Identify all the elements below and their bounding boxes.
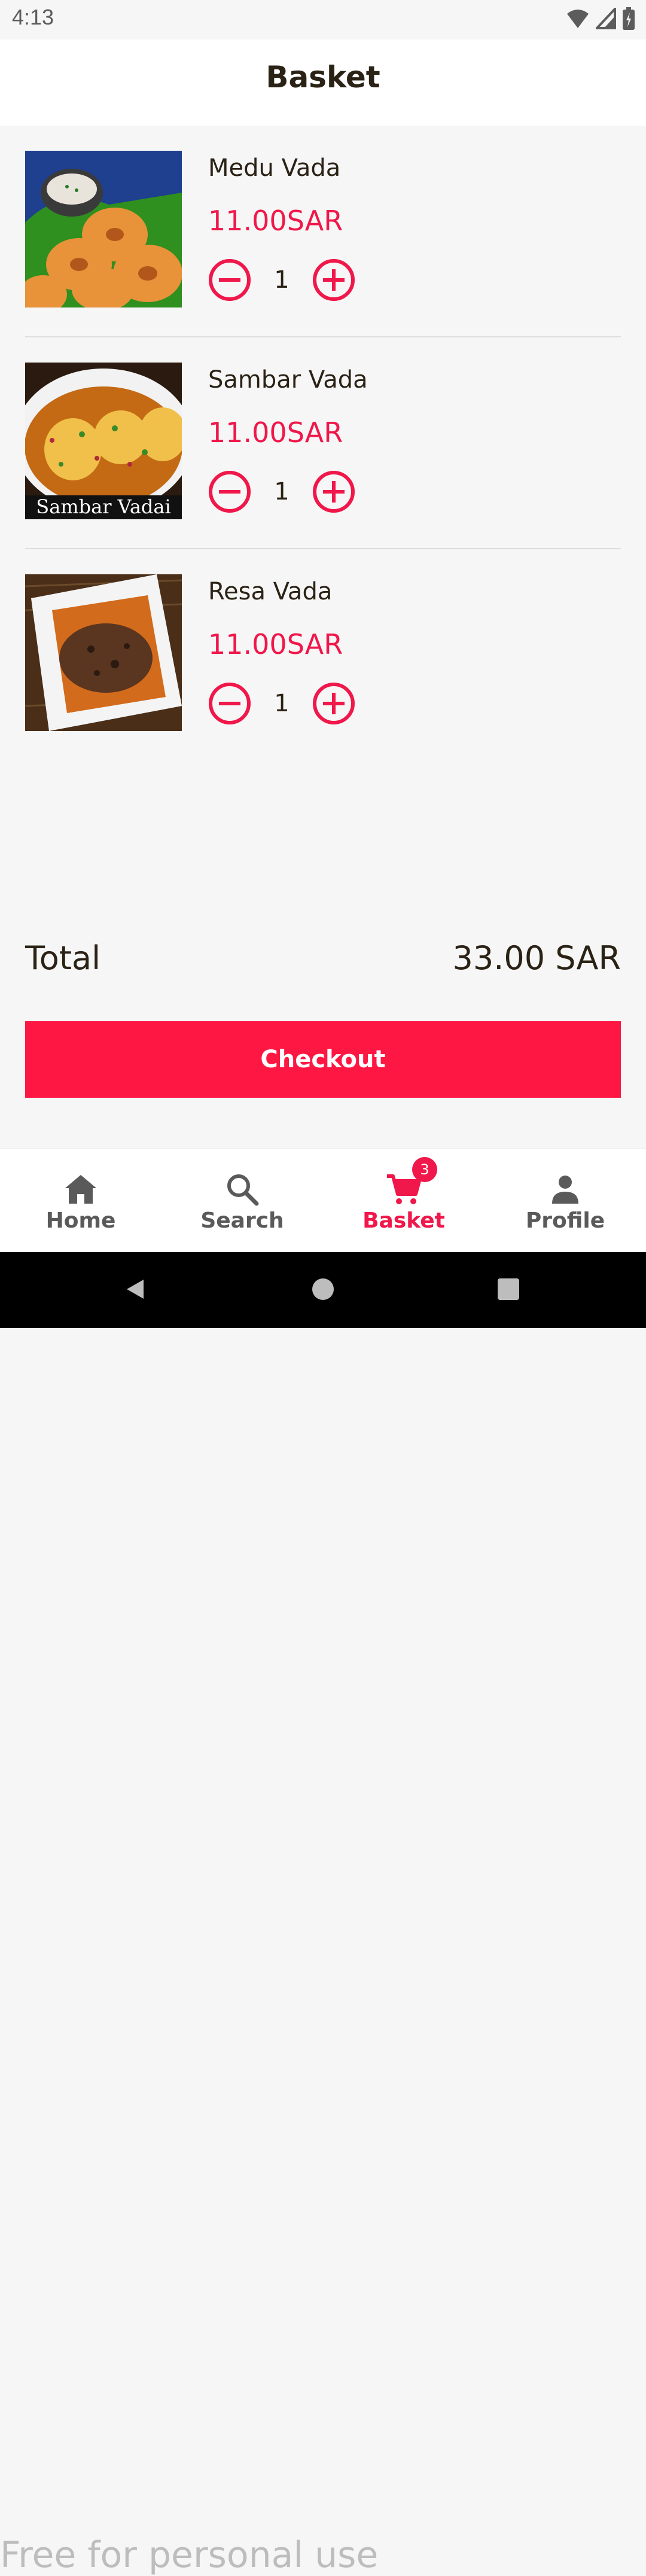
quantity-stepper: 1 [208,470,355,513]
basket-item: Sambar Vadai Sambar Vada 11.00SAR 1 [0,337,646,549]
battery-icon [623,7,635,30]
app-header: Basket [0,39,646,126]
person-icon [552,1176,578,1204]
nav-label-basket: Basket [362,1208,445,1233]
item-name: Resa Vada [208,578,333,605]
page-title: Basket [266,60,380,95]
total-value: 33.00 SAR [452,939,621,977]
minus-circle-icon [209,471,251,513]
watermark: Free for personal use [0,2534,379,2576]
increase-quantity-button[interactable] [312,682,355,725]
minus-circle-icon [209,259,251,301]
item-price: 11.00SAR [208,628,343,660]
plus-circle-icon [313,683,355,724]
decrease-quantity-button[interactable] [208,470,251,513]
nav-item-profile[interactable]: Profile [484,1149,646,1253]
checkout-button[interactable]: Checkout [25,1021,621,1098]
minus-circle-icon [209,683,251,724]
increase-quantity-button[interactable] [312,470,355,513]
decrease-quantity-button[interactable] [208,258,251,302]
basket-item: Resa Vada 11.00SAR 1 [0,549,646,761]
item-image: Sambar Vadai [25,363,182,519]
home-button-icon[interactable] [311,1277,335,1301]
nav-label-search: Search [200,1208,284,1233]
quantity-value: 1 [274,478,290,506]
nav-label-home: Home [45,1208,116,1233]
plus-circle-icon [313,471,355,513]
item-name: Medu Vada [208,154,341,182]
basket-list: Medu Vada 11.00SAR 1 Sambar Vadai Sambar… [0,126,646,761]
wifi-icon [567,10,589,28]
total-row: Total 33.00 SAR [25,933,621,981]
image-caption: Sambar Vadai [36,495,170,518]
plus-circle-icon [313,259,355,301]
bottom-nav: Home Search 3 Basket Profile [0,1148,646,1253]
quantity-stepper: 1 [208,682,355,725]
signal-icon [596,8,616,29]
nav-item-home[interactable]: Home [0,1149,162,1253]
item-image [25,574,182,731]
status-bar: 4:13 [0,0,646,39]
cart-count-badge: 3 [412,1157,437,1182]
back-icon[interactable] [123,1277,147,1301]
item-name: Sambar Vada [208,366,368,394]
system-nav-bar: Free for personal use [0,1252,646,2576]
quantity-value: 1 [274,690,290,717]
nav-label-profile: Profile [525,1208,605,1233]
increase-quantity-button[interactable] [312,258,355,302]
decrease-quantity-button[interactable] [208,682,251,725]
basket-item: Medu Vada 11.00SAR 1 [0,126,646,337]
item-price: 11.00SAR [208,416,343,449]
recents-icon[interactable] [496,1277,520,1301]
quantity-stepper: 1 [208,258,355,302]
nav-item-search[interactable]: Search [162,1149,323,1253]
home-icon [65,1175,96,1204]
search-icon [227,1174,259,1206]
total-label: Total [25,939,101,977]
status-icons [566,7,635,30]
quantity-value: 1 [274,266,290,294]
nav-item-basket[interactable]: 3 Basket [323,1149,484,1253]
item-image [25,151,182,307]
status-time: 4:13 [12,5,54,29]
item-price: 11.00SAR [208,205,343,237]
